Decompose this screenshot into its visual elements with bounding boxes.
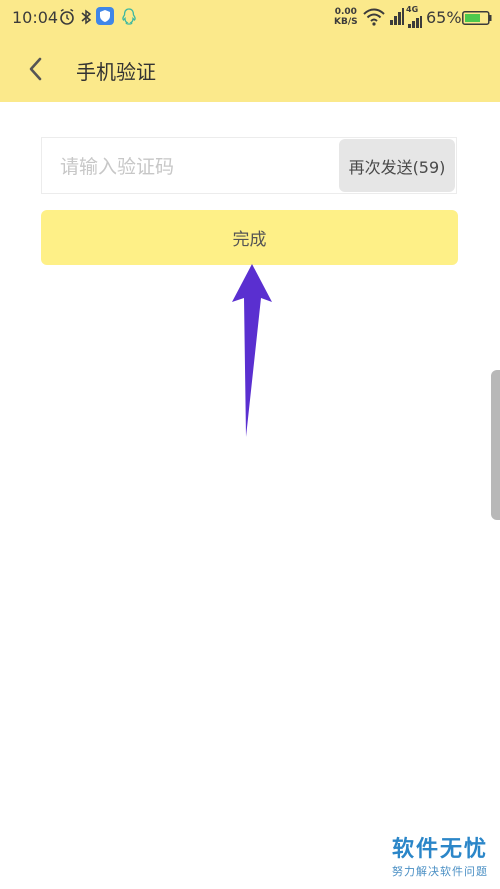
shield-app-icon bbox=[96, 7, 114, 29]
wifi-icon bbox=[363, 8, 385, 30]
network-speed-unit: KB/S bbox=[334, 17, 358, 27]
status-bar: 10:04 0.00 KB/S 4G 65% bbox=[0, 0, 500, 36]
verification-code-input[interactable] bbox=[58, 138, 332, 195]
signal-icon bbox=[390, 8, 404, 30]
watermark-subtitle: 努力解决软件问题 bbox=[391, 865, 488, 878]
battery-icon bbox=[462, 11, 492, 29]
qq-icon bbox=[121, 8, 137, 30]
signal-4g-icon bbox=[408, 14, 422, 32]
resend-code-button[interactable]: 再次发送(59) bbox=[339, 139, 455, 192]
header-bar: 10:04 0.00 KB/S 4G 65% 手机验证 bbox=[0, 0, 500, 102]
watermark: 软件无忧 努力解决软件问题 bbox=[392, 831, 488, 879]
verification-code-field: 再次发送(59) bbox=[41, 137, 457, 195]
done-button[interactable]: 完成 bbox=[41, 210, 458, 265]
network-type-label: 4G bbox=[406, 5, 419, 14]
bluetooth-icon bbox=[80, 8, 92, 30]
status-time: 10:04 bbox=[12, 8, 59, 27]
alarm-icon bbox=[58, 8, 76, 30]
scroll-handle[interactable] bbox=[491, 370, 500, 520]
back-button[interactable] bbox=[18, 52, 52, 86]
page-title: 手机验证 bbox=[76, 60, 156, 84]
battery-percent: 65% bbox=[426, 8, 462, 27]
network-speed-value: 0.00 bbox=[334, 7, 357, 17]
chevron-left-icon bbox=[29, 57, 42, 81]
watermark-title: 软件无忧 bbox=[391, 837, 488, 862]
network-speed: 0.00 KB/S bbox=[334, 7, 358, 27]
pointer-arrow-annotation bbox=[232, 264, 272, 437]
